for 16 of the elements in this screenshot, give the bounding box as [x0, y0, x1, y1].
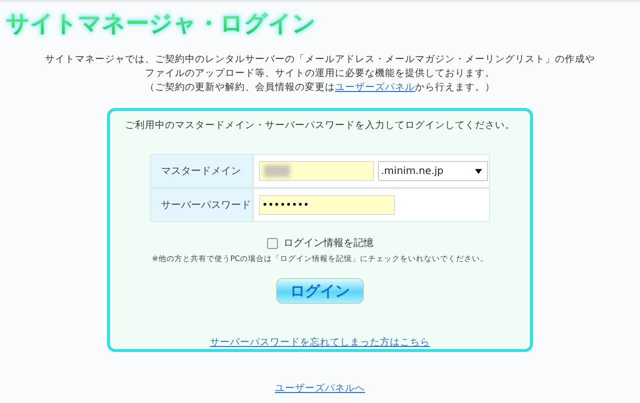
users-panel-link[interactable]: ユーザーズパネル	[335, 82, 415, 93]
forgot-password-link[interactable]: サーバーパスワードを忘れてしまった方はこちら	[210, 336, 430, 349]
field-label: マスタードメイン	[151, 155, 252, 187]
field-label: サーバーパスワード	[151, 189, 252, 221]
remember-checkbox[interactable]	[266, 238, 278, 248]
users-panel-link[interactable]: ユーザーズパネルへ	[275, 382, 365, 395]
domain-field[interactable]	[259, 161, 374, 181]
domain-select[interactable]: .minim.ne.jp	[378, 161, 488, 181]
instruction-text: ご利用中のマスタードメイン・サーバーパスワードを入力してログインしてください。	[125, 119, 515, 132]
intro-text: （ご契約の更新や解約、会員情報の変更はユーザーズパネルから行えます。）	[145, 81, 495, 95]
intro-text: サイトマネージャでは、ご契約中のレンタルサーバーの「メールアドレス・メールマガジン・メーリングリスト」の作成や	[45, 53, 595, 67]
remember-label: ログイン情報を記憶	[284, 236, 374, 250]
password-field[interactable]: ••••••••	[259, 195, 395, 215]
intro-text: ファイルのアップロード等、サイトの運用に必要な機能を提供しております。	[145, 67, 495, 81]
login-button[interactable]: ログイン	[276, 278, 364, 304]
dropdown-caret-icon	[475, 168, 482, 174]
